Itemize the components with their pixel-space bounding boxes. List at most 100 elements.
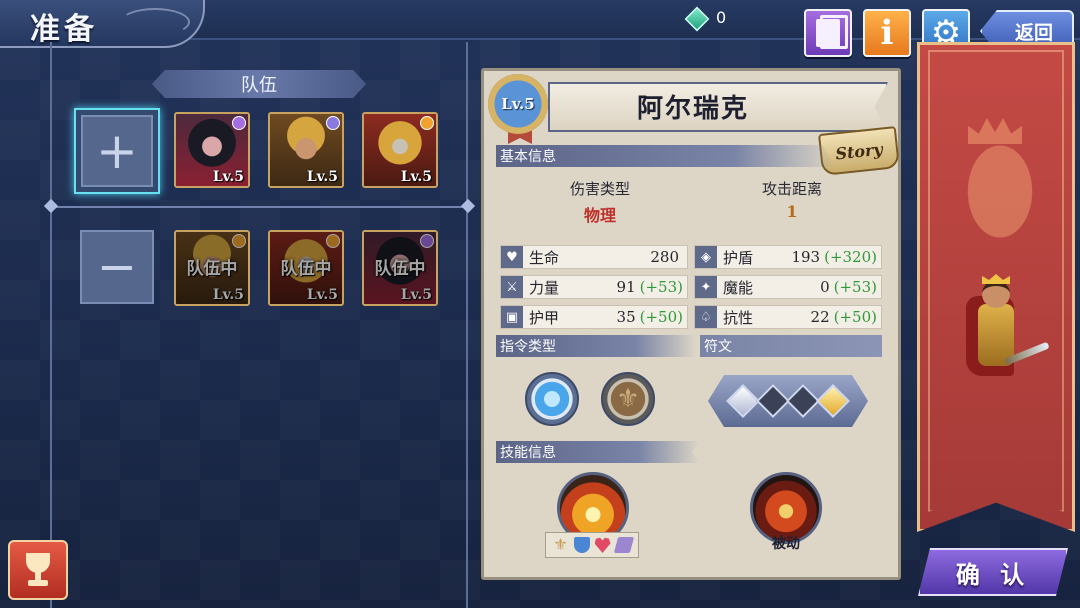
hero-level: Lv.5 <box>400 169 432 185</box>
trophy-button[interactable] <box>8 540 68 600</box>
element-icon <box>326 234 340 248</box>
stat-name: 抗性 <box>723 308 754 327</box>
shield-icon: ◈ <box>695 246 717 268</box>
resist-icon: ♤ <box>695 306 717 328</box>
sword-icon: ⚔ <box>501 276 523 298</box>
hero-level: Lv.5 <box>400 287 432 303</box>
element-icon <box>232 234 246 248</box>
trophy-icon <box>22 553 54 587</box>
gem-count: 0 <box>716 8 727 27</box>
stat-health: ♥ 生命 280 <box>500 245 688 269</box>
stat-value: 22 <box>810 308 830 326</box>
level-badge: Lv.5 <box>488 74 548 134</box>
book-icon <box>816 15 848 49</box>
in-team-label: 队伍中 <box>186 259 238 279</box>
confirm-label: 确 认 <box>955 559 1031 589</box>
stat-strength: ⚔ 力量 91 (+53) <box>500 275 688 299</box>
damage-type-value: 物理 <box>583 206 616 225</box>
level-badge-text: Lv.5 <box>501 95 535 113</box>
skill-info-header: 技能信息 <box>496 441 700 463</box>
passive-label: 被动 <box>772 536 800 552</box>
minus-icon: − <box>96 239 138 295</box>
sprite-head <box>982 280 1010 308</box>
command-type-title: 指令类型 <box>500 339 556 355</box>
hero-level: Lv.5 <box>306 287 338 303</box>
heart-icon: ♥ <box>501 246 523 268</box>
hero-portrait <box>176 232 248 304</box>
element-icon <box>420 234 434 248</box>
roster-hero-card-1[interactable]: 队伍中 Lv.5 <box>174 230 250 306</box>
story-label: Story <box>834 139 884 163</box>
rune-slot-icon <box>726 384 760 418</box>
stat-bonus: (+50) <box>639 308 683 326</box>
roster-hero-card-2[interactable]: 队伍中 Lv.5 <box>268 230 344 306</box>
in-team-label: 队伍中 <box>280 259 332 279</box>
stat-bonus: (+53) <box>833 278 877 296</box>
stat-value: 91 <box>616 278 636 296</box>
element-icon <box>420 116 434 130</box>
heart-icon <box>594 537 611 553</box>
stat-name: 生命 <box>529 248 560 267</box>
add-hero-slot[interactable]: + <box>74 108 160 194</box>
info-button[interactable]: i <box>863 9 911 57</box>
confirm-button[interactable]: 确 认 <box>918 548 1068 596</box>
command-shield-icon[interactable] <box>525 372 579 426</box>
plus-icon: + <box>81 115 153 187</box>
scroll-icon <box>613 537 634 553</box>
book-button[interactable] <box>804 9 852 57</box>
stat-name: 魔能 <box>723 278 754 297</box>
hero-level: Lv.5 <box>306 169 338 185</box>
element-icon <box>232 116 246 130</box>
fleur-de-lis-icon: ⚜ <box>616 384 640 414</box>
info-icon: i <box>880 13 894 53</box>
skill-info-title: 技能信息 <box>500 445 556 461</box>
magic-icon: ✦ <box>695 276 717 298</box>
armor-icon: ▣ <box>501 306 523 328</box>
stat-bonus: (+320) <box>824 248 877 266</box>
stat-bonus: (+50) <box>833 308 877 326</box>
stat-magic: ✦ 魔能 0 (+53) <box>694 275 882 299</box>
basic-info-title: 基本信息 <box>500 149 556 165</box>
team-hero-card-2[interactable]: Lv.5 <box>268 112 344 188</box>
rune-slot-icon <box>756 384 790 418</box>
stat-value: 280 <box>650 248 679 266</box>
element-icon <box>326 116 340 130</box>
rune-slots[interactable] <box>708 375 868 427</box>
damage-type-label: 伤害类型 <box>569 180 630 198</box>
story-button[interactable]: Story <box>818 126 900 176</box>
roster-hero-card-3[interactable]: 队伍中 Lv.5 <box>362 230 438 306</box>
rune-header: 符文 <box>700 335 882 357</box>
sprite-crown <box>982 274 1010 284</box>
command-fleur-icon[interactable]: ⚜ <box>601 372 655 426</box>
attack-range-label: 攻击距离 <box>761 180 822 198</box>
team-hero-card-1[interactable]: Lv.5 <box>174 112 250 188</box>
team-banner: 队伍 <box>152 70 366 98</box>
stat-name: 力量 <box>529 278 560 297</box>
team-divider <box>52 206 468 208</box>
hero-level: Lv.5 <box>212 169 244 185</box>
stat-bonus: (+53) <box>639 278 683 296</box>
stat-resist: ♤ 抗性 22 (+50) <box>694 305 882 329</box>
team-banner-label: 队伍 <box>241 75 277 96</box>
stat-value: 35 <box>616 308 636 326</box>
stat-name: 护甲 <box>529 308 560 327</box>
stat-shield: ◈ 护盾 193 (+320) <box>694 245 882 269</box>
fleur-de-lis-icon: ⚜ <box>553 535 568 554</box>
shield-icon <box>573 537 590 553</box>
stat-armor: ▣ 护甲 35 (+50) <box>500 305 688 329</box>
stat-value: 0 <box>820 278 830 296</box>
stat-name: 护盾 <box>723 248 754 267</box>
rune-slot-icon <box>816 384 850 418</box>
remove-hero-slot[interactable]: − <box>80 230 154 304</box>
hero-name: 阿尔瑞克 <box>636 94 749 124</box>
hero-sprite <box>960 274 1050 386</box>
stat-value: 193 <box>791 248 821 266</box>
in-team-label: 队伍中 <box>374 259 426 279</box>
rune-title: 符文 <box>704 339 732 355</box>
basic-info-header: 基本信息 <box>496 145 836 167</box>
skill-tags: ⚜ <box>545 532 639 558</box>
title-ornament <box>120 8 190 36</box>
hero-portrait <box>270 232 342 304</box>
team-hero-card-3[interactable]: Lv.5 <box>362 112 438 188</box>
hero-level: Lv.5 <box>212 287 244 303</box>
